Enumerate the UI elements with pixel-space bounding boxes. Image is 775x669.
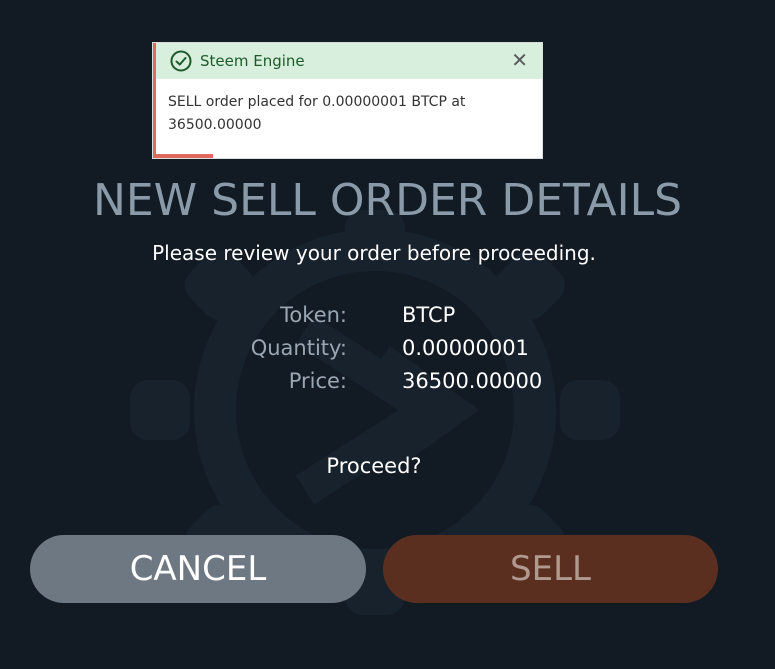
- toast-message: SELL order placed for 0.00000001 BTCP at…: [168, 94, 466, 133]
- detail-row-token: Token: BTCP: [0, 303, 775, 335]
- toast-title: Steem Engine: [200, 52, 305, 70]
- quantity-value: 0.00000001: [402, 336, 529, 360]
- toast-progress-bar: [156, 154, 213, 158]
- proceed-prompt: Proceed?: [326, 454, 422, 478]
- success-toast: Steem Engine ✕ SELL order placed for 0.0…: [153, 43, 542, 158]
- quantity-label: Quantity:: [250, 336, 347, 360]
- page-subtitle: Please review your order before proceedi…: [152, 241, 596, 265]
- page-title: NEW SELL ORDER DETAILS: [92, 175, 683, 226]
- detail-row-quantity: Quantity: 0.00000001: [0, 336, 775, 368]
- order-confirmation-screen: Steem Engine ✕ SELL order placed for 0.0…: [0, 0, 775, 669]
- token-value: BTCP: [402, 303, 456, 327]
- cancel-button[interactable]: CANCEL: [30, 535, 366, 603]
- price-value: 36500.00000: [402, 369, 543, 393]
- toast-header: Steem Engine ✕: [156, 43, 542, 79]
- price-label: Price:: [288, 369, 347, 393]
- detail-row-price: Price: 36500.00000: [0, 369, 775, 401]
- close-icon[interactable]: ✕: [511, 49, 528, 71]
- check-circle-icon: [170, 50, 192, 72]
- token-label: Token:: [280, 303, 347, 327]
- sell-button[interactable]: SELL: [383, 535, 718, 603]
